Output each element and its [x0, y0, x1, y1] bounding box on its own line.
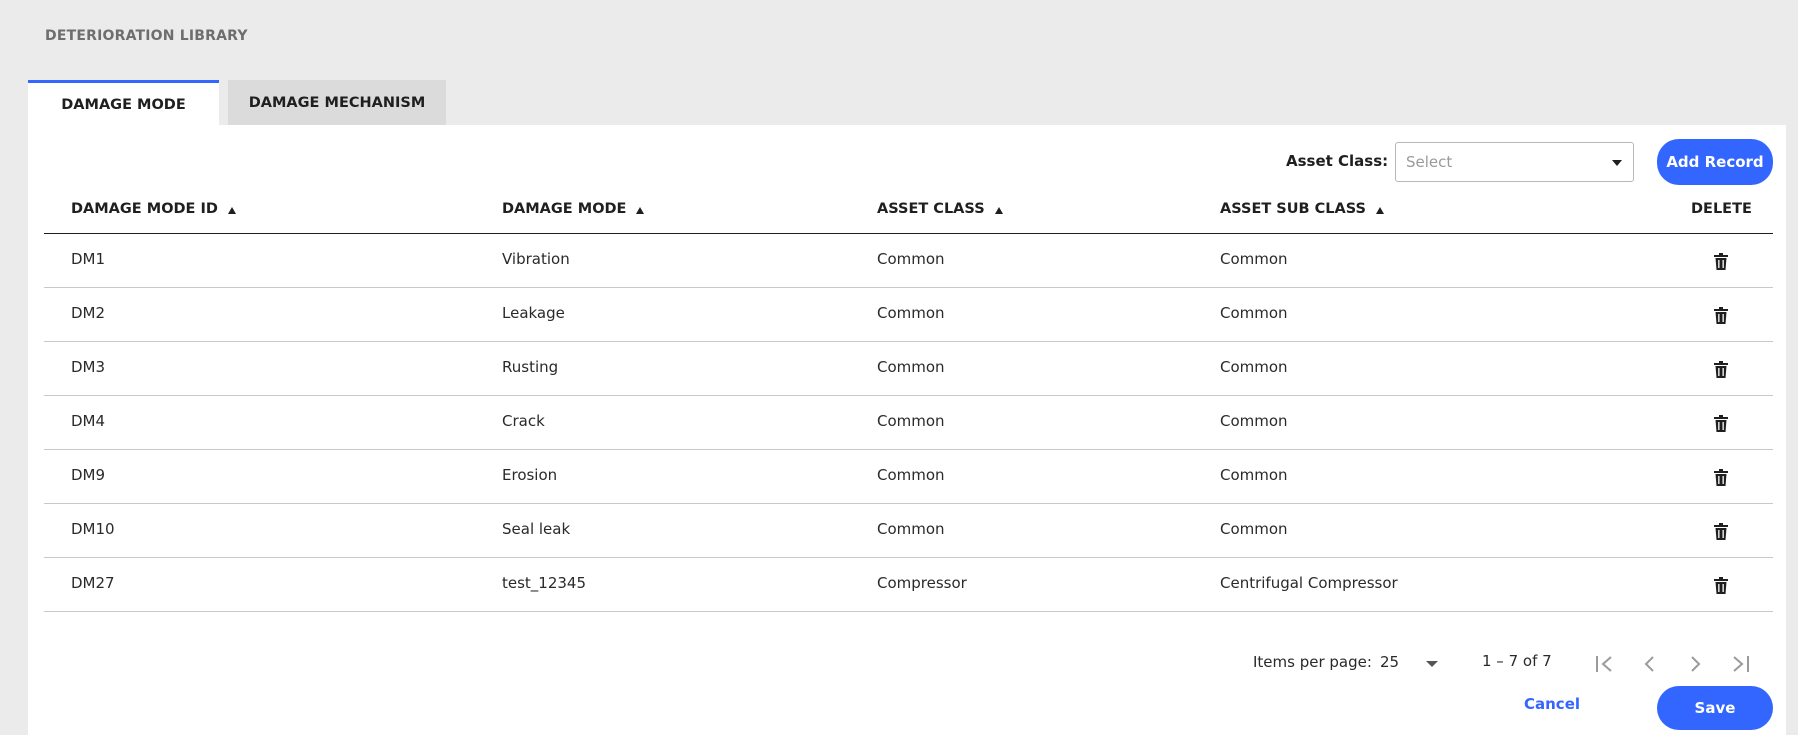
- column-header-damage-mode[interactable]: DAMAGE MODE: [502, 201, 645, 217]
- cell-damage-mode: Rusting: [502, 358, 559, 376]
- trash-icon[interactable]: [1714, 577, 1728, 594]
- column-header-asset-class[interactable]: ASSET CLASS: [877, 201, 1003, 217]
- trash-icon[interactable]: [1714, 523, 1728, 540]
- cell-asset-sub-class: Common: [1220, 304, 1288, 322]
- cell-asset-sub-class: Common: [1220, 520, 1288, 538]
- sort-ascending-icon[interactable]: [994, 207, 1003, 214]
- sort-ascending-icon[interactable]: [1375, 207, 1384, 214]
- column-header-label: DAMAGE MODE: [502, 201, 627, 217]
- table-row: DM10 Seal leak Common Common: [44, 504, 1773, 558]
- last-page-icon[interactable]: [1728, 653, 1752, 675]
- cell-damage-mode: Crack: [502, 412, 545, 430]
- cell-damage-mode-id: DM3: [71, 358, 106, 376]
- table-row: DM3 Rusting Common Common: [44, 342, 1773, 396]
- cell-damage-mode-id: DM9: [71, 466, 106, 484]
- table-row: DM9 Erosion Common Common: [44, 450, 1773, 504]
- pagination-range: 1 – 7 of 7: [1482, 652, 1552, 670]
- table-row: DM2 Leakage Common Common: [44, 288, 1773, 342]
- cell-asset-class: Common: [877, 250, 945, 268]
- cell-asset-class: Common: [877, 412, 945, 430]
- items-per-page-caret-icon[interactable]: [1426, 661, 1438, 667]
- column-header-label: ASSET SUB CLASS: [1220, 201, 1366, 217]
- column-header-asset-sub-class[interactable]: ASSET SUB CLASS: [1220, 201, 1384, 217]
- cell-asset-class: Common: [877, 304, 945, 322]
- trash-icon[interactable]: [1714, 469, 1728, 486]
- trash-icon[interactable]: [1714, 253, 1728, 270]
- items-per-page-select[interactable]: 25: [1380, 653, 1399, 671]
- chevron-right-icon[interactable]: [1683, 653, 1707, 675]
- content-panel: Asset Class: Select Add Record DAMAGE MO…: [28, 125, 1786, 735]
- cell-damage-mode-id: DM2: [71, 304, 106, 322]
- caret-down-icon: [1612, 160, 1622, 166]
- cell-damage-mode: Vibration: [502, 250, 570, 268]
- cancel-button[interactable]: Cancel: [1524, 695, 1580, 713]
- cell-asset-sub-class: Common: [1220, 466, 1288, 484]
- save-button[interactable]: Save: [1657, 686, 1773, 730]
- cell-damage-mode: Seal leak: [502, 520, 571, 538]
- column-header-delete: DELETE: [1691, 201, 1752, 217]
- cell-asset-class: Common: [877, 358, 945, 376]
- cell-damage-mode: Erosion: [502, 466, 558, 484]
- cell-asset-class: Common: [877, 466, 945, 484]
- cell-asset-sub-class: Common: [1220, 358, 1288, 376]
- page-title: DETERIORATION LIBRARY: [45, 28, 248, 44]
- tab-bar: DAMAGE MODE DAMAGE MECHANISM: [28, 80, 446, 126]
- sort-ascending-icon[interactable]: [227, 207, 236, 214]
- cell-damage-mode-id: DM10: [71, 520, 115, 538]
- column-header-label: ASSET CLASS: [877, 201, 985, 217]
- cell-damage-mode: Leakage: [502, 304, 565, 322]
- trash-icon[interactable]: [1714, 307, 1728, 324]
- damage-mode-table: DAMAGE MODE ID DAMAGE MODE ASSET CLASS A…: [44, 187, 1773, 612]
- cell-asset-sub-class: Common: [1220, 250, 1288, 268]
- items-per-page-label: Items per page:: [1253, 653, 1372, 671]
- trash-icon[interactable]: [1714, 415, 1728, 432]
- cell-asset-class: Compressor: [877, 574, 967, 592]
- asset-class-select[interactable]: Select: [1395, 142, 1634, 182]
- column-header-damage-mode-id[interactable]: DAMAGE MODE ID: [71, 201, 236, 217]
- asset-class-select-placeholder: Select: [1406, 153, 1453, 171]
- table-row: DM1 Vibration Common Common: [44, 234, 1773, 288]
- column-header-label: DAMAGE MODE ID: [71, 201, 218, 217]
- tab-damage-mechanism[interactable]: DAMAGE MECHANISM: [228, 80, 446, 126]
- cell-asset-class: Common: [877, 520, 945, 538]
- cell-damage-mode-id: DM27: [71, 574, 115, 592]
- first-page-icon[interactable]: [1593, 653, 1617, 675]
- column-header-label: DELETE: [1691, 201, 1752, 217]
- cell-damage-mode-id: DM4: [71, 412, 106, 430]
- table-header: DAMAGE MODE ID DAMAGE MODE ASSET CLASS A…: [44, 187, 1773, 234]
- tab-damage-mode[interactable]: DAMAGE MODE: [28, 80, 219, 126]
- table-row: DM27 test_12345 Compressor Centrifugal C…: [44, 558, 1773, 612]
- cell-damage-mode: test_12345: [502, 574, 587, 592]
- asset-class-label: Asset Class:: [1286, 152, 1389, 170]
- cell-asset-sub-class: Centrifugal Compressor: [1220, 574, 1398, 592]
- sort-ascending-icon[interactable]: [636, 207, 645, 214]
- cell-asset-sub-class: Common: [1220, 412, 1288, 430]
- cell-damage-mode-id: DM1: [71, 250, 106, 268]
- trash-icon[interactable]: [1714, 361, 1728, 378]
- add-record-button[interactable]: Add Record: [1657, 139, 1773, 185]
- chevron-left-icon[interactable]: [1638, 653, 1662, 675]
- table-row: DM4 Crack Common Common: [44, 396, 1773, 450]
